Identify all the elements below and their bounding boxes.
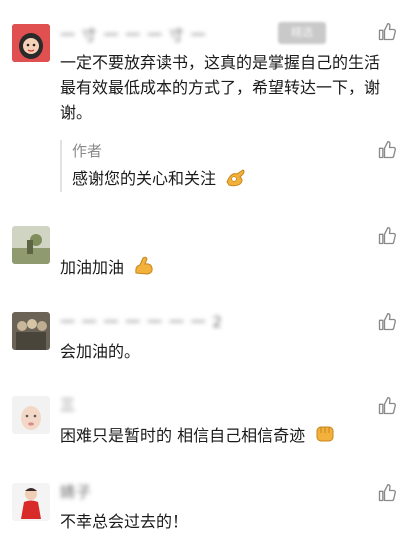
avatar[interactable] — [12, 312, 50, 350]
thumbs-up-icon[interactable] — [377, 396, 397, 416]
thumbs-up-icon[interactable] — [377, 22, 397, 42]
avatar[interactable] — [12, 24, 50, 62]
comment-text: 困难只是暂时的 相信自己相信奇迹 — [60, 422, 380, 451]
avatar[interactable] — [12, 396, 50, 434]
comment-item: 加油加油 — [0, 220, 403, 290]
avatar[interactable] — [12, 226, 50, 264]
thumbs-up-icon[interactable] — [377, 312, 397, 332]
comment-item: 一 一 一 一 一 一 一 2 会加油的。 — [0, 305, 403, 365]
reply-author: 作者 — [72, 142, 103, 160]
commenter-name: 三 — [60, 396, 77, 414]
commenter-name: 一 寸 一 一 一 寸 一 — [60, 26, 207, 44]
ok-hand-icon — [225, 168, 247, 192]
flexed-biceps-icon — [133, 254, 155, 283]
face-avatar-icon — [12, 396, 50, 434]
reply-text: 感谢您的关心和关注 — [72, 165, 247, 192]
comment-text: 加油加油 — [60, 254, 380, 283]
commenter-badge: 精选 — [278, 22, 326, 44]
comment-item: 一 寸 一 一 一 寸 一 精选 一定不要放弃读书，这真的是掌握自己的生活最有效… — [0, 0, 403, 200]
commenter-name: 婧子 — [60, 483, 93, 501]
thumbs-up-icon[interactable] — [377, 226, 397, 246]
thumbs-up-icon[interactable] — [377, 483, 397, 503]
red-figure-avatar-icon — [12, 483, 50, 521]
raised-fist-icon — [314, 422, 336, 451]
girl-avatar-icon — [12, 24, 50, 62]
reply-text-content: 感谢您的关心和关注 — [72, 169, 217, 188]
comment-text-content: 困难只是暂时的 相信自己相信奇迹 — [60, 426, 306, 445]
comment-item: 三 困难只是暂时的 相信自己相信奇迹 — [0, 388, 403, 458]
comment-text: 会加油的。 — [60, 342, 141, 361]
comment-text: 一定不要放弃读书，这真的是掌握自己的生活最有效最低成本的方式了，希望转达一下，谢… — [60, 53, 381, 122]
comment-text: 不幸总会过去的！ — [60, 512, 189, 531]
comment-item: 婧子 不幸总会过去的！ — [0, 475, 403, 545]
avatar[interactable] — [12, 483, 50, 521]
comment-text-content: 加油加油 — [60, 258, 125, 277]
thumbs-up-icon[interactable] — [377, 140, 397, 160]
comment-feed: 一 寸 一 一 一 寸 一 精选 一定不要放弃读书，这真的是掌握自己的生活最有效… — [0, 0, 403, 550]
outdoor-avatar-icon — [12, 226, 50, 264]
author-reply: 作者 感谢您的关心和关注 — [60, 140, 380, 192]
commenter-name: 一 一 一 一 一 一 一 2 — [60, 313, 223, 331]
group-photo-avatar-icon — [12, 312, 50, 350]
